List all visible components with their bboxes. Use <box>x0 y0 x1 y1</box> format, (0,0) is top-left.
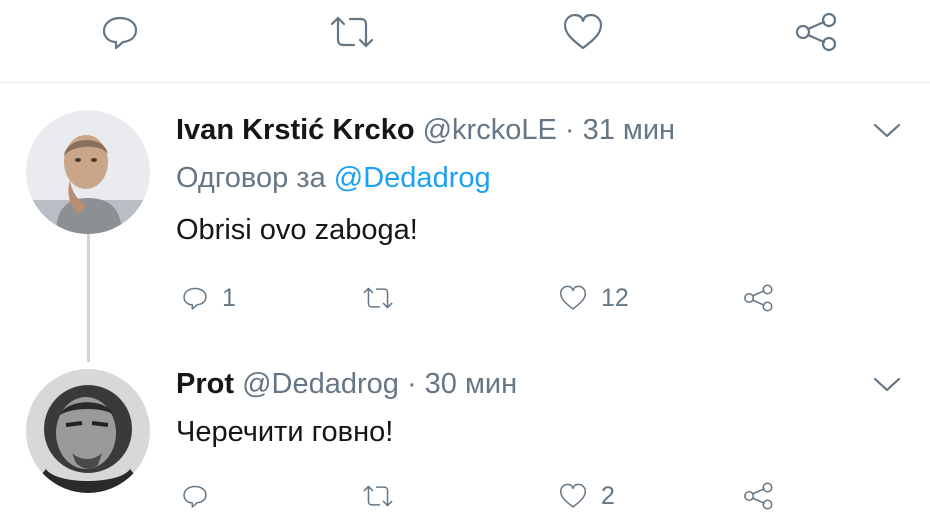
top-share-button[interactable] <box>793 10 837 54</box>
separator-dot: · <box>564 114 575 146</box>
thread-connector-line <box>87 234 90 362</box>
user-handle[interactable]: @krckoLE <box>423 114 557 146</box>
heart-icon <box>559 285 587 310</box>
tweet-header: Prot @Dedadrog · 30 мин <box>176 368 517 401</box>
divider <box>0 82 930 83</box>
reply-icon <box>102 16 138 50</box>
retweet-button[interactable] <box>360 478 396 514</box>
like-count: 12 <box>601 283 629 312</box>
display-name[interactable]: Ivan Krstić Krcko <box>176 114 415 146</box>
heart-icon <box>563 13 603 50</box>
tweet-text: Черечити говно! <box>176 416 394 448</box>
retweet-icon <box>330 16 374 48</box>
share-icon <box>744 284 773 312</box>
reply-icon <box>183 485 207 508</box>
timestamp[interactable]: 30 мин <box>425 368 517 400</box>
tweet-header: Ivan Krstić Krcko @krckoLE · 31 мин <box>176 114 675 147</box>
tweet-text: Obrisi ovo zaboga! <box>176 214 418 246</box>
top-action-bar <box>0 0 930 70</box>
user-handle[interactable]: @Dedadrog <box>242 368 399 400</box>
avatar-photo-icon <box>26 110 150 234</box>
like-button[interactable]: 12 <box>557 280 629 316</box>
share-icon <box>744 482 773 510</box>
top-like-button[interactable] <box>561 10 605 54</box>
separator-dot: · <box>406 368 417 400</box>
tweet-actions: 2 <box>0 478 930 518</box>
retweet-icon <box>363 485 393 507</box>
timestamp[interactable]: 31 мин <box>583 114 675 146</box>
chevron-down-icon[interactable] <box>872 120 902 140</box>
like-button[interactable]: 2 <box>557 478 615 514</box>
avatar[interactable] <box>26 369 150 493</box>
reply-icon <box>183 287 207 310</box>
reply-count: 1 <box>222 283 236 312</box>
share-icon <box>795 12 837 52</box>
top-reply-button[interactable] <box>98 10 142 54</box>
share-button[interactable] <box>742 478 776 514</box>
retweet-icon <box>363 287 393 309</box>
display-name[interactable]: Prot <box>176 368 234 400</box>
top-retweet-button[interactable] <box>326 10 374 54</box>
heart-icon <box>559 483 587 508</box>
tweet-actions: 1 12 <box>0 280 930 320</box>
replying-to: Одговор за @Dedadrog <box>176 162 491 195</box>
avatar-photo-icon <box>26 369 150 493</box>
reply-button[interactable]: 1 <box>180 280 236 316</box>
share-button[interactable] <box>742 280 776 316</box>
avatar[interactable] <box>26 110 150 234</box>
reply-button[interactable] <box>180 478 210 514</box>
reply-to-label: Одговор за <box>176 162 326 194</box>
chevron-down-icon[interactable] <box>872 374 902 394</box>
retweet-button[interactable] <box>360 280 396 316</box>
like-count: 2 <box>601 481 615 510</box>
reply-to-mention[interactable]: @Dedadrog <box>334 162 491 194</box>
